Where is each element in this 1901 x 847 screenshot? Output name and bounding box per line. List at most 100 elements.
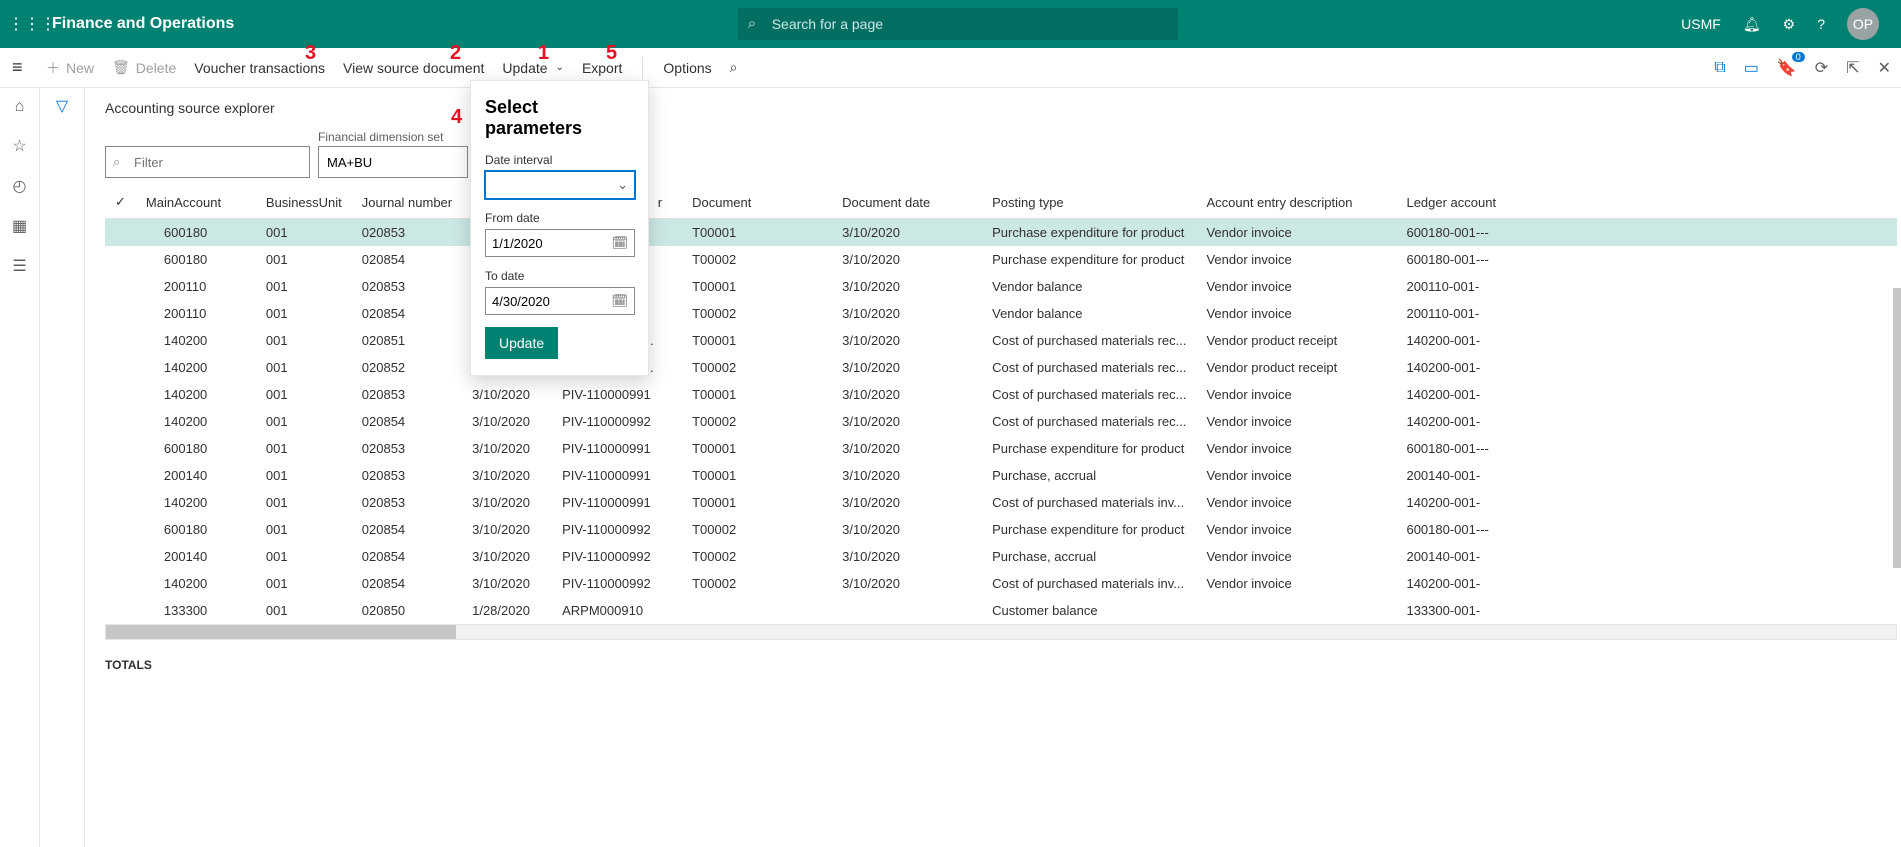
cell-date: 3/10/2020	[462, 408, 552, 435]
row-selector[interactable]	[105, 516, 136, 543]
delete-button[interactable]: 🗑Delete	[112, 59, 176, 76]
workspaces-icon[interactable]: ▦	[12, 216, 27, 236]
table-row[interactable]: 1402000010208513/10/2020PRV-1000000...T0…	[105, 327, 1897, 354]
cell-main-account: 133300	[136, 597, 256, 624]
close-icon[interactable]: ✕	[1878, 58, 1891, 78]
funnel-icon: ▽	[56, 96, 68, 847]
col-ledger-account[interactable]: Ledger account	[1396, 186, 1897, 219]
dimension-set-label: Financial dimension set	[318, 130, 468, 144]
select-all-header[interactable]: ✓	[105, 186, 136, 219]
chevron-down-icon[interactable]: ⌄	[617, 177, 628, 193]
row-selector[interactable]	[105, 435, 136, 462]
modules-icon[interactable]: ☰	[12, 256, 26, 276]
cell-posting-type: Cost of purchased materials rec...	[982, 381, 1196, 408]
global-search-input[interactable]	[738, 8, 1178, 40]
table-row[interactable]: 6001800010208543/10/2020PIV-110000992T00…	[105, 516, 1897, 543]
view-source-document-button[interactable]: View source document	[343, 60, 484, 76]
table-row[interactable]: 2001100010208543,0000992T000023/10/2020V…	[105, 300, 1897, 327]
app-launcher-icon[interactable]: ⋮⋮⋮	[8, 14, 42, 34]
calendar-icon[interactable]: 🗓	[611, 235, 628, 251]
office-icon[interactable]: ▭	[1744, 58, 1759, 78]
search-icon: ⌕	[730, 59, 738, 76]
row-selector[interactable]	[105, 327, 136, 354]
row-selector[interactable]	[105, 408, 136, 435]
calendar-icon[interactable]: 🗓	[611, 293, 628, 309]
cell-journal-number: 020851	[352, 327, 462, 354]
row-selector[interactable]	[105, 570, 136, 597]
table-row[interactable]: 6001800010208533,0000991T000013/10/2020P…	[105, 219, 1897, 247]
recent-icon[interactable]: ◴	[13, 176, 27, 196]
help-icon[interactable]: ?	[1817, 16, 1825, 32]
cell-business-unit: 001	[256, 516, 352, 543]
company-selector[interactable]: USMF	[1681, 16, 1721, 32]
col-account-entry-desc[interactable]: Account entry description	[1196, 186, 1396, 219]
cell-account-entry-desc: Vendor invoice	[1196, 273, 1396, 300]
cell-document: T00001	[682, 435, 832, 462]
voucher-transactions-button[interactable]: Voucher transactions	[194, 60, 325, 76]
table-row[interactable]: 6001800010208533/10/2020PIV-110000991T00…	[105, 435, 1897, 462]
cell-posting-type: Purchase, accrual	[982, 462, 1196, 489]
attachments-icon[interactable]: 🔖0	[1777, 58, 1797, 78]
col-main-account[interactable]: MainAccount	[136, 186, 256, 219]
home-icon[interactable]: ⌂	[15, 98, 25, 116]
cell-journal-number: 020854	[352, 516, 462, 543]
row-selector[interactable]	[105, 273, 136, 300]
row-selector[interactable]	[105, 597, 136, 624]
cell-document-date: 3/10/2020	[832, 408, 982, 435]
table-row[interactable]: 6001800010208543,0000992T000023/10/2020P…	[105, 246, 1897, 273]
table-row[interactable]: 1402000010208523/10/2020PRV-1000000...T0…	[105, 354, 1897, 381]
from-date-label: From date	[485, 211, 634, 225]
grid-filter-input[interactable]	[105, 146, 310, 178]
row-selector[interactable]	[105, 462, 136, 489]
table-row[interactable]: 1402000010208543/10/2020PIV-110000992T00…	[105, 408, 1897, 435]
favorite-icon[interactable]: ☆	[12, 136, 26, 156]
table-row[interactable]: 1402000010208533/10/2020PIV-110000991T00…	[105, 381, 1897, 408]
gear-icon[interactable]: ⚙	[1783, 16, 1796, 33]
table-row[interactable]: 1402000010208533/10/2020PIV-110000991T00…	[105, 489, 1897, 516]
update-button[interactable]: Update	[485, 327, 558, 359]
col-document[interactable]: Document	[682, 186, 832, 219]
col-document-date[interactable]: Document date	[832, 186, 982, 219]
cell-document: T00002	[682, 570, 832, 597]
cell-date: 1/28/2020	[462, 597, 552, 624]
table-row[interactable]: 2001400010208533/10/2020PIV-110000991T00…	[105, 462, 1897, 489]
row-selector[interactable]	[105, 246, 136, 273]
row-selector[interactable]	[105, 354, 136, 381]
export-button[interactable]: Export	[582, 60, 622, 76]
col-business-unit[interactable]: BusinessUnit	[256, 186, 352, 219]
row-selector[interactable]	[105, 300, 136, 327]
row-selector[interactable]	[105, 381, 136, 408]
global-search: ⌕	[738, 8, 1178, 40]
bell-icon[interactable]: 🔔︎	[1743, 16, 1761, 33]
cell-date: 3/10/2020	[462, 489, 552, 516]
app-title: Finance and Operations	[52, 15, 234, 33]
topbar: ⋮⋮⋮ Finance and Operations ⌕ USMF 🔔︎ ⚙ ?…	[0, 0, 1901, 48]
cell-account-entry-desc: Vendor invoice	[1196, 489, 1396, 516]
row-selector[interactable]	[105, 219, 136, 247]
table-row[interactable]: 1333000010208501/28/2020ARPM000910Custom…	[105, 597, 1897, 624]
avatar[interactable]: OP	[1847, 8, 1879, 40]
page-title: Accounting source explorer	[85, 88, 1901, 130]
options-button[interactable]: Options	[663, 60, 711, 76]
col-journal-number[interactable]: Journal number	[352, 186, 462, 219]
popout-icon[interactable]: ⇱	[1846, 58, 1859, 78]
row-selector[interactable]	[105, 489, 136, 516]
link-icon[interactable]: ⧉	[1714, 59, 1725, 77]
col-posting-type[interactable]: Posting type	[982, 186, 1196, 219]
table-row[interactable]: 2001100010208533,0000991T000013/10/2020V…	[105, 273, 1897, 300]
cell-document: T00002	[682, 354, 832, 381]
action-search-button[interactable]: ⌕	[730, 59, 738, 76]
dimension-set-input[interactable]	[318, 146, 468, 178]
row-selector[interactable]	[105, 543, 136, 570]
refresh-icon[interactable]: ⟳	[1815, 58, 1828, 78]
cell-main-account: 140200	[136, 381, 256, 408]
new-button[interactable]: ＋New	[46, 58, 94, 78]
table-row[interactable]: 1402000010208543/10/2020PIV-110000992T00…	[105, 570, 1897, 597]
date-interval-input[interactable]	[485, 171, 635, 199]
horizontal-scrollbar[interactable]	[105, 624, 1897, 640]
update-menu-button[interactable]: Update⌄	[502, 60, 564, 76]
vertical-scrollbar[interactable]	[1893, 288, 1901, 568]
hamburger-icon[interactable]: ≡	[12, 57, 23, 78]
table-row[interactable]: 2001400010208543/10/2020PIV-110000992T00…	[105, 543, 1897, 570]
filter-pane-toggle[interactable]: ▽	[40, 88, 85, 847]
